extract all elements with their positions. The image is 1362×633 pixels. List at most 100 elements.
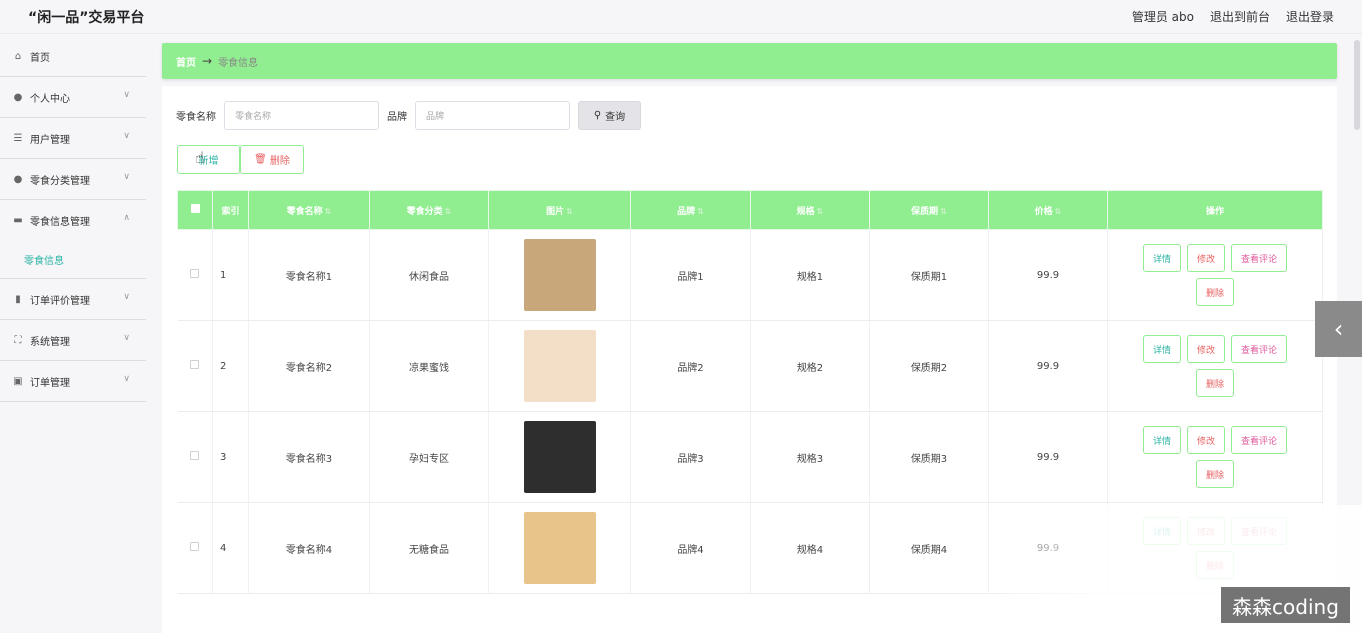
search-form: 零食名称 零食名称 品牌 品牌 ⚲ 查询 — [176, 101, 641, 130]
user-icon: ● — [13, 173, 23, 185]
back-to-front-link[interactable]: 退出到前台 — [1210, 8, 1270, 25]
breadcrumb-home[interactable]: 首页 — [176, 54, 196, 69]
chevron-down-icon: ∨ — [123, 374, 130, 384]
delete-button[interactable]: 删除 — [1195, 369, 1234, 397]
sidebar-item-order-review[interactable]: ▮ 订单评价管理 ∨ — [0, 279, 146, 320]
row-price: 99.9 — [988, 411, 1108, 503]
col-index: 索引 — [212, 190, 249, 230]
row-spec: 规格4 — [750, 502, 870, 594]
chevron-down-icon: ∨ — [123, 333, 130, 343]
collapse-arrow-button[interactable]: ‹ — [1315, 301, 1362, 357]
row-shelf-life: 保质期2 — [869, 320, 989, 412]
batch-delete-button[interactable]: 🗑 删除 — [240, 145, 304, 174]
clipboard-icon: ▣ — [13, 375, 23, 387]
detail-button[interactable]: 详情 — [1142, 426, 1181, 454]
sidebar-item-snack-category[interactable]: ● 零食分类管理 ∨ — [0, 159, 146, 200]
admin-label: 管理员 abo — [1131, 10, 1194, 24]
row-checkbox[interactable] — [177, 502, 213, 594]
top-right-links: 管理员 abo 退出到前台 退出登录 — [1132, 8, 1334, 25]
row-price: 99.9 — [988, 320, 1108, 412]
edit-button[interactable]: 修改 — [1186, 426, 1225, 454]
snack-thumbnail[interactable] — [523, 421, 596, 493]
briefcase-icon: ▬ — [13, 215, 23, 226]
brand-search-input[interactable]: 品牌 — [415, 101, 570, 130]
delete-button[interactable]: 删除 — [1195, 278, 1234, 306]
row-brand: 品牌2 — [630, 320, 751, 412]
scrollbar[interactable] — [1354, 40, 1360, 130]
snack-thumbnail[interactable] — [523, 330, 596, 402]
row-category: 休闲食品 — [369, 229, 489, 321]
sidebar-item-home[interactable]: ⌂ 首页 — [0, 36, 146, 77]
select-all-checkbox[interactable] — [177, 190, 213, 230]
row-brand: 品牌4 — [630, 502, 751, 594]
top-bar: “闲一品”交易平台 管理员 abo 退出到前台 退出登录 — [0, 0, 1362, 34]
arrow-right-icon: → — [202, 54, 213, 68]
sidebar-item-label: 零食分类管理 — [30, 175, 90, 187]
delete-button[interactable]: 删除 — [1195, 460, 1234, 488]
col-price[interactable]: 价格 ⇅ — [988, 190, 1108, 230]
row-category: 凉果蜜饯 — [369, 320, 489, 412]
row-checkbox[interactable] — [177, 229, 213, 321]
edit-button[interactable]: 修改 — [1186, 335, 1225, 363]
detail-button[interactable]: 详情 — [1142, 244, 1181, 272]
row-checkbox[interactable] — [177, 320, 213, 412]
view-comments-button[interactable]: 查看评论 — [1231, 335, 1288, 363]
name-search-input[interactable]: 零食名称 — [224, 101, 379, 130]
col-category[interactable]: 零食分类 ⇅ — [369, 190, 489, 230]
user-icon: ● — [13, 91, 23, 103]
home-icon: ⌂ — [14, 50, 22, 62]
col-spec[interactable]: 规格 ⇅ — [750, 190, 870, 230]
row-spec: 规格3 — [750, 411, 870, 503]
batch-delete-label: 删除 — [269, 156, 290, 167]
row-image-cell — [488, 502, 631, 594]
col-image[interactable]: 图片 ⇅ — [488, 190, 631, 230]
row-name: 零食名称2 — [248, 320, 370, 412]
row-name: 零食名称1 — [248, 229, 370, 321]
bar-chart-icon: ▮ — [15, 293, 21, 305]
app-title: “闲一品”交易平台 — [28, 10, 145, 26]
view-comments-button[interactable]: 查看评论 — [1231, 426, 1288, 454]
row-category: 无糖食品 — [369, 502, 489, 594]
col-name[interactable]: 零食名称 ⇅ — [248, 190, 370, 230]
edit-button[interactable]: 修改 — [1186, 244, 1225, 272]
col-brand[interactable]: 品牌 ⇅ — [630, 190, 751, 230]
sidebar-item-orders[interactable]: ▣ 订单管理 ∨ — [0, 361, 146, 402]
row-name: 零食名称4 — [248, 502, 370, 594]
detail-button[interactable]: 详情 — [1142, 335, 1181, 363]
fullscreen-icon: ⛶ — [14, 334, 22, 346]
row-actions: 详情修改查看评论删除 — [1107, 320, 1323, 412]
row-category: 孕妇专区 — [369, 411, 489, 503]
row-checkbox[interactable] — [177, 411, 213, 503]
sidebar-item-label: 用户管理 — [30, 134, 70, 146]
chevron-down-icon: ∨ — [123, 131, 130, 141]
row-brand: 品牌1 — [630, 229, 751, 321]
row-index: 3 — [212, 411, 249, 503]
sidebar: ⌂ 首页 ● 个人中心 ∨ ☰ 用户管理 ∨ ● 零食分类管理 ∨ ▬ 零食信息… — [0, 36, 146, 402]
sidebar-item-label: 订单管理 — [30, 377, 70, 389]
row-image-cell — [488, 320, 631, 412]
sidebar-item-label: 个人中心 — [30, 93, 70, 105]
table-row: 3 零食名称3 孕妇专区 品牌3 规格3 保质期3 99.9 详情 修改 查看评论 删除 — [177, 411, 1323, 503]
sidebar-item-profile[interactable]: ● 个人中心 ∨ — [0, 77, 146, 118]
table-header-row: 索引 零食名称 ⇅ 零食分类 ⇅ 图片 ⇅ 品牌 ⇅ 规格 ⇅ 保质期 ⇅ 价格 ⇅ 操作 — [177, 190, 1323, 230]
sidebar-item-snack-info[interactable]: ▬ 零食信息管理 ∧ — [0, 200, 146, 241]
list-icon: ☰ — [13, 132, 23, 144]
add-button[interactable]: 新增 — [177, 145, 240, 174]
col-shelf-life[interactable]: 保质期 ⇅ — [869, 190, 989, 230]
snack-thumbnail[interactable] — [523, 512, 596, 584]
row-actions: 详情修改查看评论删除 — [1107, 229, 1323, 321]
query-button[interactable]: ⚲ 查询 — [578, 101, 641, 130]
row-index: 4 — [212, 502, 249, 594]
row-image-cell — [488, 411, 631, 503]
sidebar-item-users[interactable]: ☰ 用户管理 ∨ — [0, 118, 146, 159]
sidebar-item-system[interactable]: ⛶ 系统管理 ∨ — [0, 320, 146, 361]
sidebar-subitem-snack-info[interactable]: 零食信息 — [0, 241, 146, 279]
logout-link[interactable]: 退出登录 — [1286, 8, 1334, 25]
col-actions: 操作 — [1107, 190, 1323, 230]
query-button-label: 查询 — [605, 112, 626, 123]
snack-thumbnail[interactable] — [523, 239, 596, 311]
row-price: 99.9 — [988, 229, 1108, 321]
table-row: 1 零食名称1 休闲食品 品牌1 规格1 保质期1 99.9 详情 修改 查看评论 删除 — [177, 229, 1323, 321]
table-row: 2 零食名称2 凉果蜜饯 品牌2 规格2 保质期2 99.9 详情 修改 查看评论 删除 — [177, 320, 1323, 412]
view-comments-button[interactable]: 查看评论 — [1231, 244, 1288, 272]
